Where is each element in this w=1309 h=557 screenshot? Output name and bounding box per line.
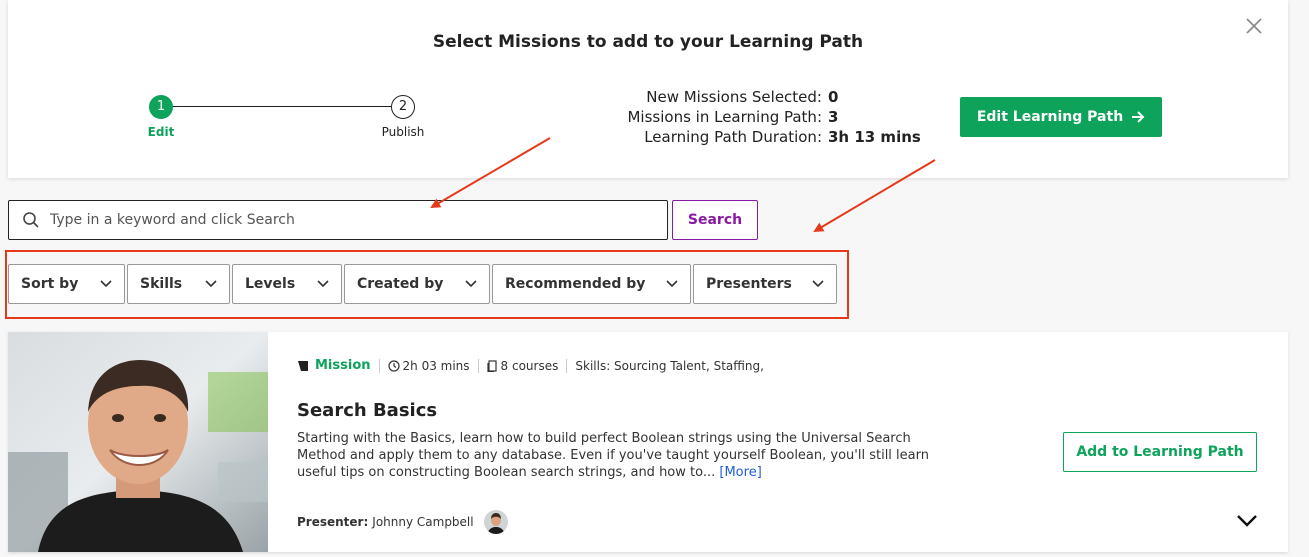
chevron-down-icon: [465, 280, 477, 288]
courses-icon: [486, 359, 497, 372]
filter-label: Created by: [357, 276, 444, 292]
step-1-circle[interactable]: 1: [149, 95, 173, 119]
edit-learning-path-button[interactable]: Edit Learning Path: [960, 97, 1162, 137]
filter-label: Sort by: [21, 276, 79, 292]
step-2-label: Publish: [381, 125, 425, 139]
chevron-down-icon: [666, 280, 678, 288]
arrow-right-icon: [1132, 111, 1145, 123]
stat-duration: Learning Path Duration: 3h 13 mins: [568, 127, 968, 147]
chevron-down-icon: [812, 280, 824, 288]
meta-divider: [477, 358, 479, 373]
mission-icon: [298, 360, 308, 371]
meta-divider: [566, 358, 568, 373]
stat-new-selected: New Missions Selected: 0: [568, 87, 968, 107]
stat-label: Learning Path Duration:: [644, 128, 822, 146]
filter-label: Presenters: [706, 276, 792, 292]
clock-icon: [387, 359, 400, 372]
stat-label: New Missions Selected:: [646, 88, 822, 106]
dialog-title: Select Missions to add to your Learning …: [432, 32, 864, 52]
search-box[interactable]: [8, 200, 668, 240]
filter-sort-by[interactable]: Sort by: [8, 264, 125, 304]
filter-presenters[interactable]: Presenters: [693, 264, 837, 304]
avatar: [483, 510, 508, 534]
mission-type-label: Mission: [315, 358, 371, 373]
select-missions-panel: Select Missions to add to your Learning …: [8, 0, 1288, 178]
courses-text: 8 courses: [500, 358, 559, 373]
more-link[interactable]: [More]: [719, 465, 761, 480]
stat-in-path: Missions in Learning Path: 3: [568, 107, 968, 127]
step-2-circle[interactable]: 2: [391, 95, 415, 119]
duration-text: 2h 03 mins: [402, 358, 470, 373]
meta-divider: [378, 358, 380, 373]
chevron-down-icon[interactable]: [1236, 514, 1258, 528]
step-1-label: Edit: [147, 125, 175, 139]
filter-levels[interactable]: Levels: [232, 264, 342, 304]
filter-skills[interactable]: Skills: [127, 264, 230, 304]
skills-text: Skills: Sourcing Talent, Staffing,: [575, 358, 764, 373]
stat-label: Missions in Learning Path:: [627, 108, 822, 126]
presenter-photo: [8, 332, 268, 552]
close-icon[interactable]: [1242, 14, 1266, 38]
filter-label: Levels: [245, 276, 296, 292]
add-to-learning-path-button[interactable]: Add to Learning Path: [1063, 432, 1257, 472]
filter-label: Skills: [140, 276, 183, 292]
stepper: 1 2 Edit Publish: [142, 95, 424, 145]
chevron-down-icon: [205, 280, 217, 288]
filter-recommended-by[interactable]: Recommended by: [492, 264, 691, 304]
mission-description: Starting with the Basics, learn how to b…: [297, 430, 937, 481]
filter-created-by[interactable]: Created by: [344, 264, 490, 304]
mission-thumbnail: [8, 332, 268, 552]
description-text: Starting with the Basics, learn how to b…: [297, 431, 929, 480]
chevron-down-icon: [317, 280, 329, 288]
mission-card: Mission 2h 03 mins 8 courses Skills: Sou…: [8, 332, 1288, 552]
search-input[interactable]: [50, 212, 667, 228]
edit-learning-path-label: Edit Learning Path: [976, 109, 1124, 125]
filter-bar: Sort by Skills Levels Created by Recomme…: [8, 264, 837, 304]
presenter-label: Presenter:: [297, 515, 369, 529]
presenter-name[interactable]: Johnny Campbell: [372, 515, 473, 529]
mission-meta: Mission 2h 03 mins 8 courses Skills: Sou…: [297, 358, 764, 373]
stepper-line: [160, 106, 398, 107]
stat-value: 3: [828, 108, 839, 126]
search-icon: [23, 212, 39, 228]
stat-value: 3h 13 mins: [828, 128, 921, 146]
stat-value: 0: [828, 88, 839, 106]
mission-duration: 2h 03 mins: [387, 358, 470, 373]
presenter-row: Presenter: Johnny Campbell: [297, 510, 508, 534]
selection-stats: New Missions Selected: 0 Missions in Lea…: [568, 87, 968, 147]
search-button[interactable]: Search: [672, 200, 758, 240]
filter-label: Recommended by: [505, 276, 646, 292]
mission-title[interactable]: Search Basics: [297, 400, 437, 421]
chevron-down-icon: [100, 280, 112, 288]
mission-courses: 8 courses: [486, 358, 559, 373]
